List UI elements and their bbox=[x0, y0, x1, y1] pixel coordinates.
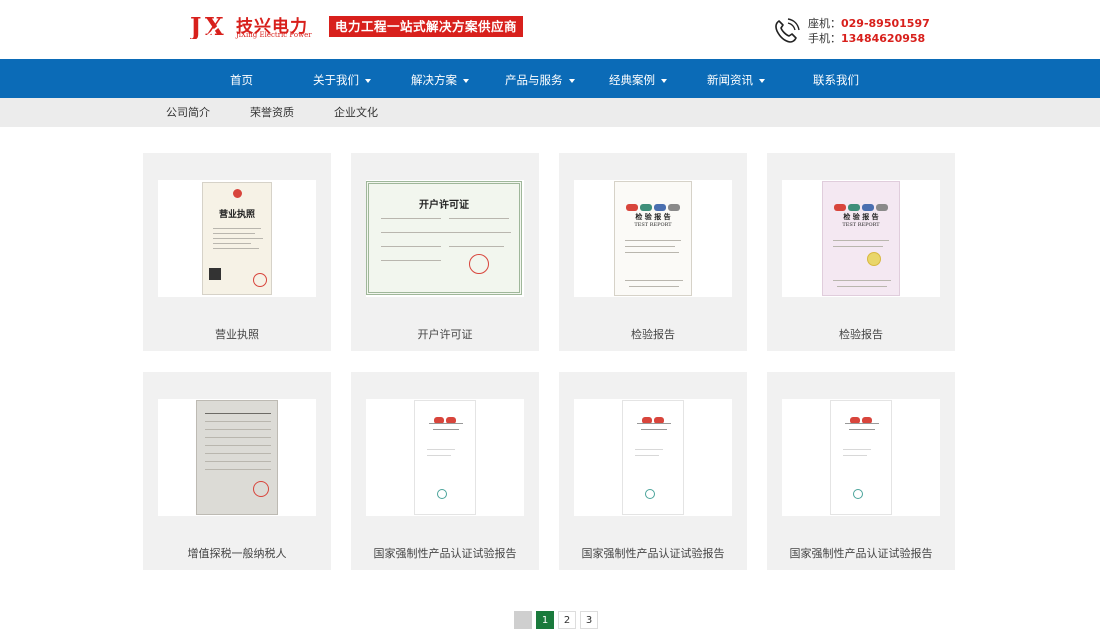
card-caption: 营业执照 bbox=[215, 328, 259, 341]
sub-nav: 公司简介 荣誉资质 企业文化 bbox=[0, 98, 1100, 127]
license-document: 营业执照 bbox=[202, 182, 272, 295]
gallery-card-account-permit[interactable]: 开户许可证 开户许可证 bbox=[351, 153, 539, 351]
gallery-card-test-report-2[interactable]: 检 验 报 告 TEST REPORT 检验报告 bbox=[767, 153, 955, 351]
logo-english-name: JiXing Electric Power bbox=[236, 31, 312, 39]
gallery-card-ccc-report-1[interactable]: 国家强制性产品认证试验报告 bbox=[351, 372, 539, 570]
nav-item-label: 联系我们 bbox=[813, 73, 859, 87]
nav-item-label: 关于我们 bbox=[313, 73, 359, 87]
site-logo[interactable]: J X 技兴电力 JiXing Electric Power bbox=[190, 12, 315, 42]
subnav-item-honors[interactable]: 荣誉资质 bbox=[250, 98, 294, 127]
gallery-card-test-report-1[interactable]: 检 验 报 告 TEST REPORT 检验报告 bbox=[559, 153, 747, 351]
stamp-icon bbox=[469, 254, 489, 274]
mobile-row: 手机：13484620958 bbox=[808, 31, 930, 46]
card-caption: 检验报告 bbox=[631, 328, 675, 341]
certificate-image[interactable]: 检 验 报 告 TEST REPORT bbox=[782, 180, 940, 297]
nav-item-label: 产品与服务 bbox=[505, 73, 563, 87]
doc-title: 开户许可证 bbox=[419, 200, 469, 211]
landline-label: 座机： bbox=[808, 17, 841, 30]
caret-down-icon bbox=[568, 79, 575, 83]
page-button[interactable]: 2 bbox=[558, 611, 576, 629]
cert-logos bbox=[623, 409, 683, 428]
contact-info: 座机：029-89501597 手机：13484620958 bbox=[808, 16, 930, 46]
cert-logos bbox=[831, 409, 891, 428]
report-document: 检 验 报 告 TEST REPORT bbox=[822, 181, 900, 296]
company-slogan: 电力工程一站式解决方案供应商 bbox=[329, 16, 524, 37]
landline-number[interactable]: 029-89501597 bbox=[841, 17, 930, 30]
subnav-item-culture[interactable]: 企业文化 bbox=[334, 98, 378, 127]
nav-item-products[interactable]: 产品与服务 bbox=[505, 59, 575, 98]
certificate-image[interactable]: 营业执照 bbox=[158, 180, 316, 297]
card-caption: 增值探税一般纳税人 bbox=[187, 547, 287, 560]
mobile-label: 手机： bbox=[808, 32, 841, 45]
card-caption: 国家强制性产品认证试验报告 bbox=[373, 547, 517, 560]
emblem-icon bbox=[233, 189, 242, 198]
gallery-card-ccc-report-3[interactable]: 国家强制性产品认证试验报告 bbox=[767, 372, 955, 570]
caret-down-icon bbox=[365, 79, 371, 83]
cert-seal-icon bbox=[853, 489, 863, 499]
caret-down-icon bbox=[463, 79, 469, 83]
cert-seal-icon bbox=[645, 489, 655, 499]
gallery-card-ccc-report-2[interactable]: 国家强制性产品认证试验报告 bbox=[559, 372, 747, 570]
report-document: 检 验 报 告 TEST REPORT bbox=[614, 181, 692, 296]
card-caption: 检验报告 bbox=[839, 328, 883, 341]
nav-item-label: 首页 bbox=[230, 73, 253, 87]
main-nav: 首页 关于我们 解决方案 产品与服务 经典案例 新闻资讯 联系我们 bbox=[0, 59, 1100, 98]
nav-item-news[interactable]: 新闻资讯 bbox=[707, 59, 765, 98]
certificate-image[interactable]: 检 验 报 告 TEST REPORT bbox=[574, 180, 732, 297]
tax-document bbox=[196, 400, 278, 515]
ccc-document bbox=[830, 400, 892, 515]
card-caption: 开户许可证 bbox=[417, 328, 473, 341]
page-button-current[interactable]: 1 bbox=[536, 611, 554, 629]
doc-subtitle: TEST REPORT bbox=[842, 222, 880, 228]
stamp-icon bbox=[253, 481, 269, 497]
ccc-document bbox=[414, 400, 476, 515]
nav-item-label: 新闻资讯 bbox=[707, 73, 753, 87]
nav-item-label: 经典案例 bbox=[609, 73, 655, 87]
doc-title: 营业执照 bbox=[218, 210, 255, 220]
nav-item-cases[interactable]: 经典案例 bbox=[609, 59, 667, 98]
cert-seal-icon bbox=[437, 489, 447, 499]
landline-row: 座机：029-89501597 bbox=[808, 16, 930, 31]
card-caption: 国家强制性产品认证试验报告 bbox=[789, 547, 933, 560]
site-header: J X 技兴电力 JiXing Electric Power 电力工程一站式解决… bbox=[0, 0, 1100, 59]
caret-down-icon bbox=[661, 79, 667, 83]
nav-item-home[interactable]: 首页 bbox=[230, 59, 253, 98]
certificate-image[interactable] bbox=[366, 399, 524, 516]
card-caption: 国家强制性产品认证试验报告 bbox=[581, 547, 725, 560]
stamp-icon bbox=[253, 273, 267, 287]
phone-icon bbox=[775, 18, 800, 43]
page-button[interactable]: 3 bbox=[580, 611, 598, 629]
nav-item-contact[interactable]: 联系我们 bbox=[813, 59, 859, 98]
ccc-document bbox=[622, 400, 684, 515]
subnav-item-profile[interactable]: 公司简介 bbox=[166, 98, 210, 127]
qr-code-icon bbox=[209, 268, 221, 280]
jx-logo-icon: J X bbox=[190, 13, 233, 39]
permit-document: 开户许可证 bbox=[366, 181, 522, 295]
caret-down-icon bbox=[759, 79, 765, 83]
cert-logos bbox=[415, 409, 475, 428]
doc-title: 检 验 报 告 bbox=[635, 212, 671, 221]
certificate-image[interactable] bbox=[782, 399, 940, 516]
prev-page-button[interactable] bbox=[514, 611, 532, 629]
svg-text:J: J bbox=[190, 13, 201, 39]
nav-item-about[interactable]: 关于我们 bbox=[313, 59, 371, 98]
nav-item-label: 解决方案 bbox=[411, 73, 457, 87]
certificate-image[interactable] bbox=[158, 399, 316, 516]
certificate-image[interactable] bbox=[574, 399, 732, 516]
gallery-card-business-license[interactable]: 营业执照 营业执照 bbox=[143, 153, 331, 351]
doc-title: 检 验 报 告 bbox=[843, 212, 879, 221]
nav-item-solutions[interactable]: 解决方案 bbox=[411, 59, 469, 98]
doc-subtitle: TEST REPORT bbox=[634, 222, 672, 228]
gallery-card-vat-taxpayer[interactable]: 增值探税一般纳税人 bbox=[143, 372, 331, 570]
gold-seal-icon bbox=[867, 252, 881, 266]
mobile-number[interactable]: 13484620958 bbox=[841, 32, 925, 45]
certificate-image[interactable]: 开户许可证 bbox=[366, 180, 524, 297]
